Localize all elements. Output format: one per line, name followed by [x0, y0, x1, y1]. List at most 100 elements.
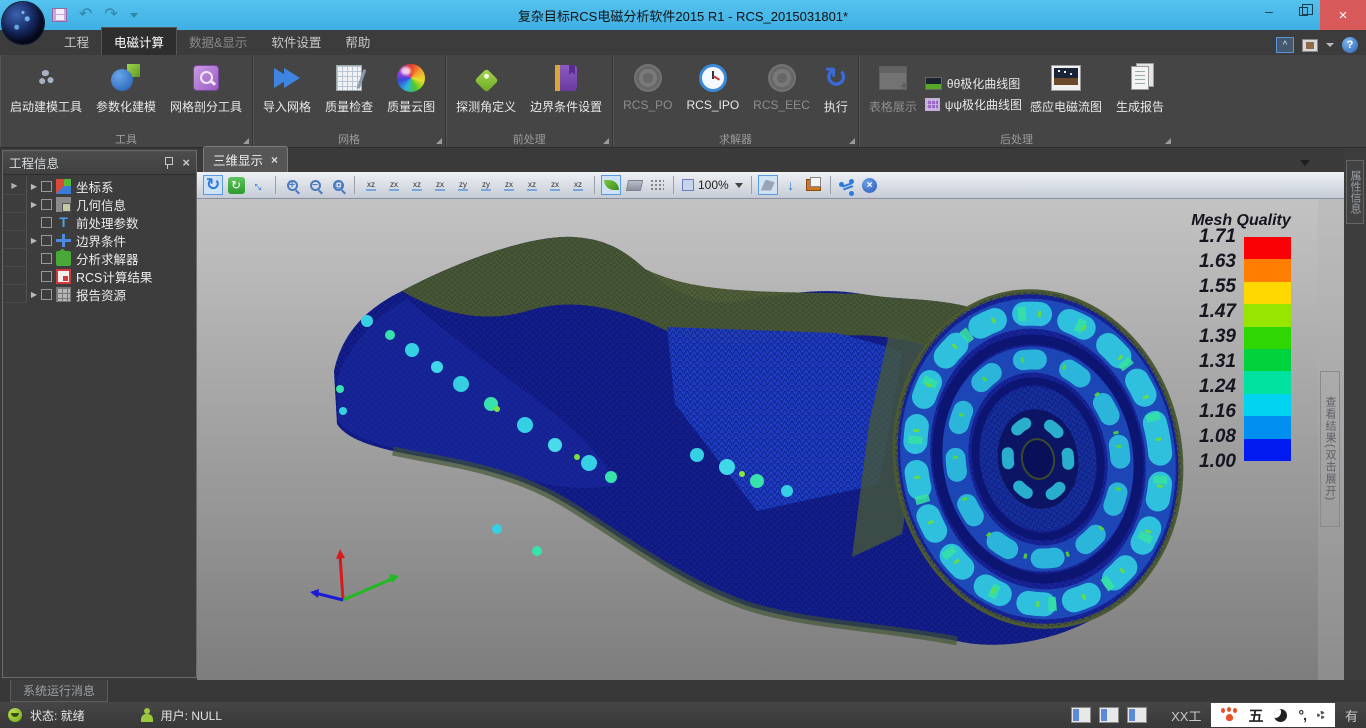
quality-contour-button[interactable]: 质量云图: [381, 57, 441, 130]
boundary-condition-button[interactable]: 边界条件设置: [524, 57, 608, 130]
dialog-launcher-icon[interactable]: [603, 138, 609, 144]
detect-angle-button[interactable]: 探测角定义: [450, 57, 522, 130]
view-plane-button-8[interactable]: xz: [522, 175, 542, 195]
window-style-icon[interactable]: [1302, 39, 1318, 52]
minimize-button[interactable]: –: [1252, 0, 1286, 22]
expand-icon[interactable]: ▶: [27, 182, 41, 191]
checkbox[interactable]: [41, 217, 52, 228]
tab-em-compute[interactable]: 电磁计算: [101, 27, 177, 55]
tree-item-report-resources[interactable]: ▶ 报告资源: [3, 285, 196, 303]
expand-icon[interactable]: ▶: [27, 200, 41, 209]
induced-current-map-button[interactable]: 感应电磁流图: [1024, 57, 1108, 130]
launch-modeling-tool-button[interactable]: 启动建模工具: [4, 57, 88, 130]
shaded-mode-button[interactable]: [601, 175, 621, 195]
dialog-launcher-icon[interactable]: [436, 138, 442, 144]
plane-icon: [625, 180, 642, 191]
clip-view-button[interactable]: [758, 175, 778, 195]
tree-item-geometry-info[interactable]: ▶ 几何信息: [3, 195, 196, 213]
ime-settings-gear-icon[interactable]: [1317, 711, 1325, 719]
zoom-out-icon: −: [310, 180, 321, 191]
checkbox[interactable]: [41, 271, 52, 282]
tab-overflow-icon[interactable]: [1300, 160, 1310, 166]
rcs-po-button[interactable]: RCS_PO: [617, 57, 678, 130]
fit-view-button[interactable]: ↔: [249, 175, 269, 195]
ime-mode-label[interactable]: 五: [1248, 705, 1263, 726]
zoom-level-dropdown[interactable]: 100%: [680, 178, 745, 192]
orbit-view-button[interactable]: ↻: [226, 175, 246, 195]
view-plane-button-7[interactable]: zx: [499, 175, 519, 195]
points-mode-button[interactable]: [647, 175, 667, 195]
moon-icon[interactable]: [1274, 709, 1287, 722]
checkbox[interactable]: [41, 235, 52, 246]
drop-view-button[interactable]: ↓: [781, 175, 801, 195]
rcs-ipo-button[interactable]: RCS_IPO: [680, 57, 745, 130]
view-plane-button-3[interactable]: xz: [407, 175, 427, 195]
collapse-ribbon-icon[interactable]: ^: [1276, 37, 1294, 53]
tab-data-display[interactable]: 数据&显示: [177, 28, 259, 55]
checkbox[interactable]: [41, 253, 52, 264]
checkbox[interactable]: [41, 289, 52, 300]
expand-icon[interactable]: ▶: [27, 236, 41, 245]
plane-mode-button[interactable]: [624, 175, 644, 195]
system-message-tab[interactable]: 系统运行消息: [10, 680, 108, 702]
dialog-launcher-icon[interactable]: [849, 138, 855, 144]
tree-item-rcs-results[interactable]: RCS计算结果: [3, 267, 196, 285]
tree-item-boundary-condition[interactable]: ▶ 边界条件: [3, 231, 196, 249]
zoom-in-button[interactable]: +: [282, 175, 302, 195]
view-plane-button-5[interactable]: zy: [453, 175, 473, 195]
view-plane-button-4[interactable]: zx: [430, 175, 450, 195]
tab-settings[interactable]: 软件设置: [259, 28, 333, 55]
parametric-modeling-button[interactable]: 参数化建模: [90, 57, 162, 130]
import-mesh-button[interactable]: 导入网格: [257, 57, 317, 130]
tree-item-preprocess-params[interactable]: T 前处理参数: [3, 213, 196, 231]
checkbox[interactable]: [41, 199, 52, 210]
punctuation-icon[interactable]: °,: [1298, 707, 1306, 723]
expand-icon[interactable]: ▶: [27, 290, 41, 299]
dialog-launcher-icon[interactable]: [243, 138, 249, 144]
ime-logo-icon[interactable]: [1221, 708, 1237, 722]
close-view-button[interactable]: ×: [860, 175, 880, 195]
tab-help[interactable]: 帮助: [333, 28, 382, 55]
layout-button-2[interactable]: [1099, 707, 1119, 723]
table-display-button[interactable]: 表格展示: [863, 57, 923, 130]
layout-button-1[interactable]: [1071, 707, 1091, 723]
view-plane-button-1[interactable]: xz: [361, 175, 381, 195]
rotate-view-button[interactable]: ↻: [203, 175, 223, 195]
layout-button-3[interactable]: [1127, 707, 1147, 723]
tab-close-icon[interactable]: ×: [271, 153, 278, 167]
view-plane-button-2[interactable]: zx: [384, 175, 404, 195]
dialog-launcher-icon[interactable]: [1165, 138, 1171, 144]
panel-close-icon[interactable]: ×: [182, 155, 190, 170]
close-button[interactable]: ×: [1320, 0, 1366, 30]
psi-polarization-curve-button[interactable]: ψψ极化曲线图: [925, 96, 1022, 113]
tab-3d-display[interactable]: 三维显示 ×: [203, 146, 288, 172]
tree-item-solver[interactable]: 分析求解器: [3, 249, 196, 267]
close-circle-icon: ×: [862, 178, 877, 193]
copy-view-button[interactable]: [804, 175, 824, 195]
zoom-out-button[interactable]: −: [305, 175, 325, 195]
tree-item-coordinate-system[interactable]: ▶ ▶ 坐标系: [3, 177, 196, 195]
theta-chart-icon: [925, 77, 942, 90]
help-icon[interactable]: ?: [1342, 37, 1358, 53]
style-dropdown-icon[interactable]: [1326, 43, 1334, 47]
property-info-tab[interactable]: 属性信息: [1346, 160, 1364, 224]
3d-canvas[interactable]: Mesh Quality 1.711.63 1.551.47 1.391.31 …: [197, 199, 1318, 680]
app-logo-icon[interactable]: [2, 2, 44, 44]
restore-button[interactable]: [1286, 0, 1320, 22]
checkbox[interactable]: [41, 181, 52, 192]
view-plane-button-10[interactable]: xz: [568, 175, 588, 195]
rcs-eec-button[interactable]: RCS_EEC: [747, 57, 816, 130]
copyright-text-right: 有: [1345, 706, 1358, 725]
pin-icon[interactable]: [164, 157, 172, 169]
execute-button[interactable]: ↻ 执行: [818, 57, 854, 130]
zoom-window-button[interactable]: ⊡: [328, 175, 348, 195]
link-nodes-button[interactable]: [837, 175, 857, 195]
quality-check-button[interactable]: 质量检查: [319, 57, 379, 130]
tab-project[interactable]: 工程: [52, 28, 101, 55]
view-plane-button-6[interactable]: zy: [476, 175, 496, 195]
view-plane-button-9[interactable]: zx: [545, 175, 565, 195]
generate-report-button[interactable]: 生成报告: [1110, 57, 1170, 130]
meshing-tool-button[interactable]: 网格剖分工具: [164, 57, 248, 130]
theta-polarization-curve-button[interactable]: θθ极化曲线图: [925, 75, 1022, 92]
view-result-tab[interactable]: 查看结果(双击展开): [1320, 371, 1340, 527]
